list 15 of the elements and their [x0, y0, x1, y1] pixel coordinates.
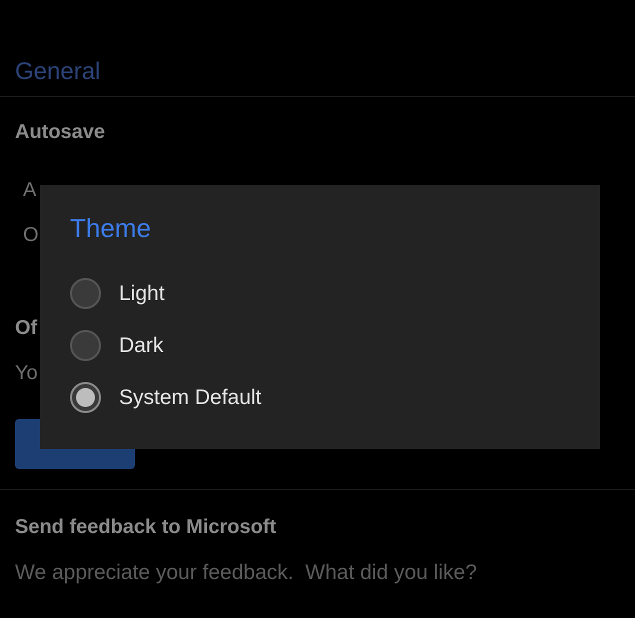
setting-text: O	[23, 224, 39, 247]
section-title: General	[14, 58, 102, 87]
feedback-prompt: We appreciate your feedback. What did you like?	[15, 561, 477, 585]
setting-text: A	[23, 179, 36, 202]
setting-title: Autosave	[15, 121, 106, 144]
option-label[interactable]: Light	[119, 282, 165, 306]
setting-text: Yo	[15, 362, 38, 385]
option-label[interactable]: Dark	[119, 334, 164, 358]
radio-button[interactable]	[70, 278, 101, 309]
setting-title: Send feedback to Microsoft	[15, 516, 276, 539]
option-label[interactable]: System Default	[119, 386, 262, 410]
dialog-title: Theme	[70, 213, 151, 244]
radio-button[interactable]	[70, 382, 101, 413]
setting-title: Of	[15, 317, 38, 340]
radio-button[interactable]	[70, 330, 101, 361]
